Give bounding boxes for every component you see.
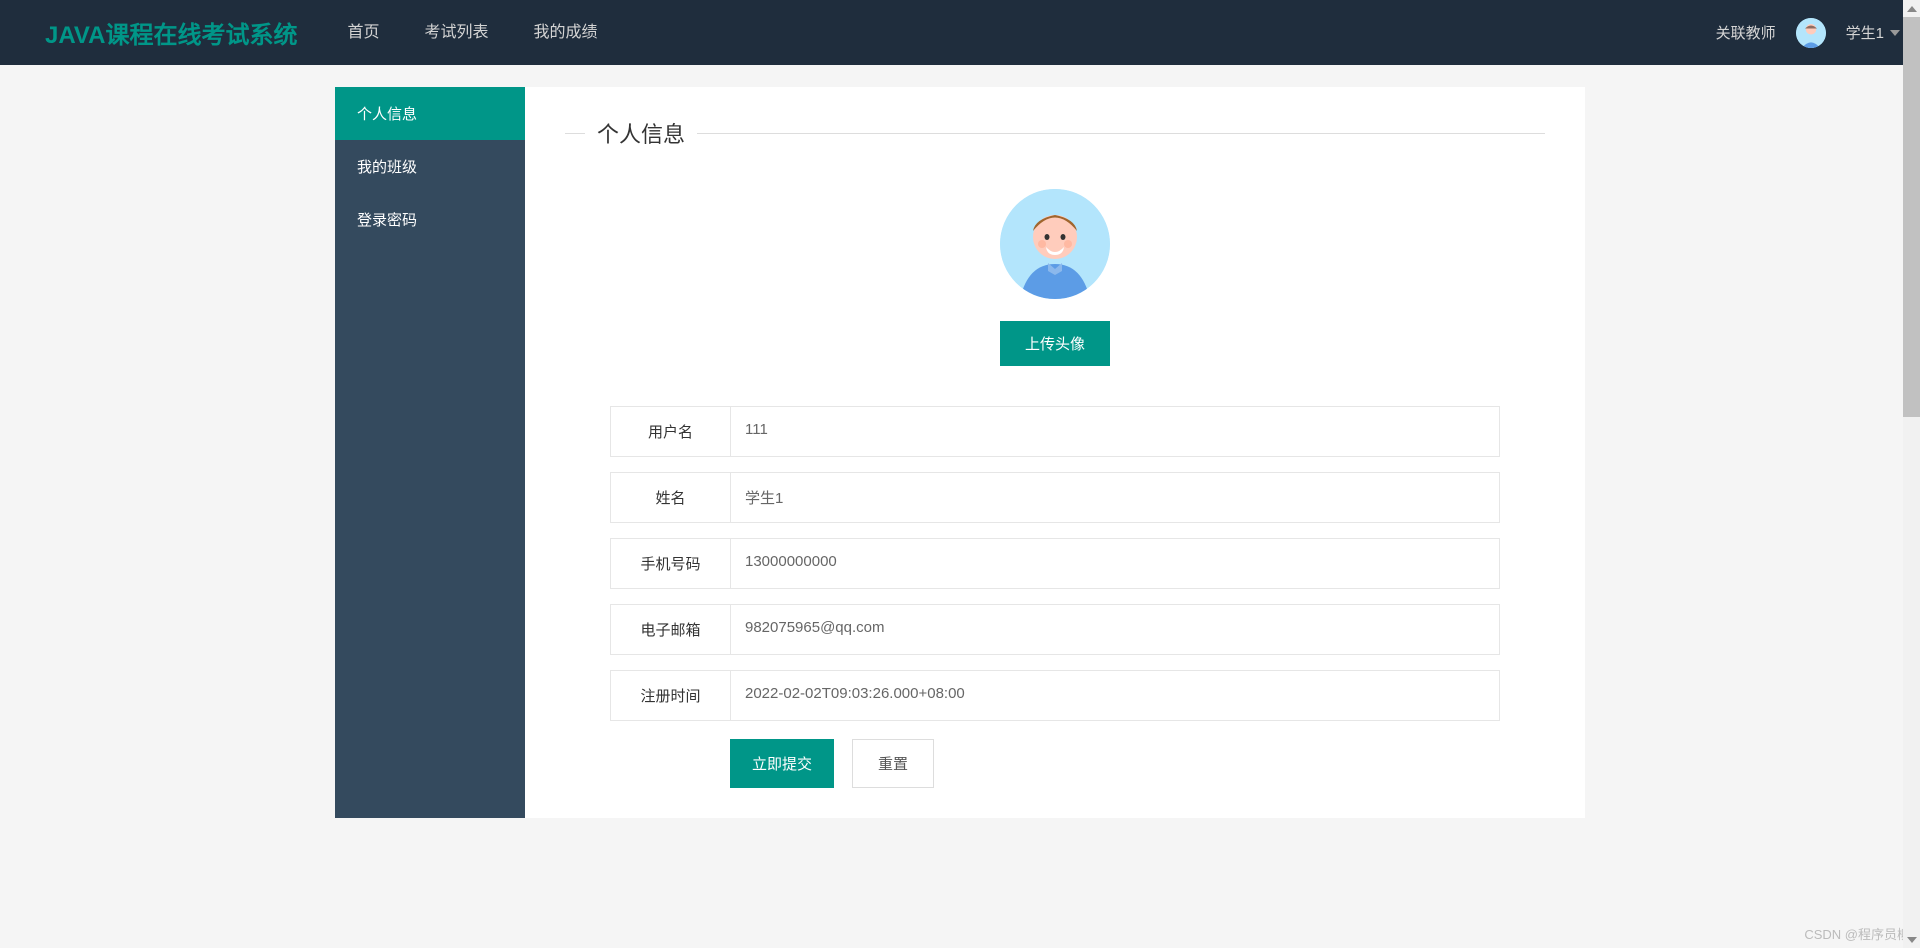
sidebar: 个人信息 我的班级 登录密码 (335, 87, 525, 818)
field-name: 姓名 学生1 (610, 472, 1500, 523)
form-actions: 立即提交 重置 (730, 739, 1500, 788)
field-label: 用户名 (611, 407, 731, 456)
sidebar-item-label: 个人信息 (357, 106, 417, 123)
chevron-down-icon (1890, 30, 1900, 36)
avatar-icon (1000, 189, 1110, 299)
nav-menu: 首页 考试列表 我的成绩 (327, 0, 617, 65)
divider-left (565, 133, 585, 134)
nav-exam-list[interactable]: 考试列表 (404, 0, 508, 65)
field-value[interactable]: 学生1 (731, 473, 1499, 522)
profile-form: 用户名 111 姓名 学生1 手机号码 13000000000 电子邮箱 982… (610, 406, 1500, 788)
user-dropdown[interactable]: 学生1 (1846, 22, 1900, 43)
upload-avatar-button[interactable]: 上传头像 (1000, 321, 1110, 366)
brand-title: JAVA课程在线考试系统 (45, 15, 297, 50)
field-email: 电子邮箱 982075965@qq.com (610, 604, 1500, 655)
nav-my-grades[interactable]: 我的成绩 (514, 0, 618, 65)
field-username: 用户名 111 (610, 406, 1500, 457)
field-label: 姓名 (611, 473, 731, 522)
user-avatar-large (1000, 189, 1110, 299)
avatar-icon (1796, 18, 1826, 48)
arrow-down-icon (1907, 937, 1917, 943)
sidebar-item-password[interactable]: 登录密码 (335, 193, 525, 246)
reset-button[interactable]: 重置 (852, 739, 934, 788)
divider-right (697, 133, 1545, 134)
nav-right: 关联教师 学生1 (1716, 18, 1900, 48)
field-value[interactable]: 111 (731, 407, 1499, 456)
scrollbar-down-button[interactable] (1903, 931, 1920, 948)
sidebar-item-label: 登录密码 (357, 212, 417, 229)
scrollbar-thumb[interactable] (1903, 17, 1920, 417)
username-label: 学生1 (1846, 22, 1884, 43)
top-navbar: JAVA课程在线考试系统 首页 考试列表 我的成绩 关联教师 学生1 (0, 0, 1920, 65)
sidebar-item-profile[interactable]: 个人信息 (335, 87, 525, 140)
field-label: 注册时间 (611, 671, 731, 720)
field-value[interactable]: 13000000000 (731, 539, 1499, 588)
section-header: 个人信息 (565, 117, 1545, 149)
field-label: 电子邮箱 (611, 605, 731, 654)
main-content: 个人信息 上传头像 (525, 87, 1585, 818)
field-value[interactable]: 982075965@qq.com (731, 605, 1499, 654)
sidebar-item-class[interactable]: 我的班级 (335, 140, 525, 193)
nav-home[interactable]: 首页 (327, 0, 399, 65)
avatar-section: 上传头像 (565, 189, 1545, 366)
field-register-time: 注册时间 2022-02-02T09:03:26.000+08:00 (610, 670, 1500, 721)
submit-button[interactable]: 立即提交 (730, 739, 834, 788)
watermark: CSDN @程序员柳 (1804, 924, 1910, 943)
sidebar-item-label: 我的班级 (357, 159, 417, 176)
main-container: 个人信息 我的班级 登录密码 个人信息 (335, 87, 1585, 818)
user-avatar-small[interactable] (1796, 18, 1826, 48)
field-value[interactable]: 2022-02-02T09:03:26.000+08:00 (731, 671, 1499, 720)
page-title: 个人信息 (597, 117, 685, 149)
field-phone: 手机号码 13000000000 (610, 538, 1500, 589)
field-label: 手机号码 (611, 539, 731, 588)
scrollbar[interactable] (1903, 0, 1920, 948)
arrow-up-icon (1907, 6, 1917, 12)
associate-teacher-link[interactable]: 关联教师 (1716, 22, 1776, 43)
scrollbar-up-button[interactable] (1903, 0, 1920, 17)
